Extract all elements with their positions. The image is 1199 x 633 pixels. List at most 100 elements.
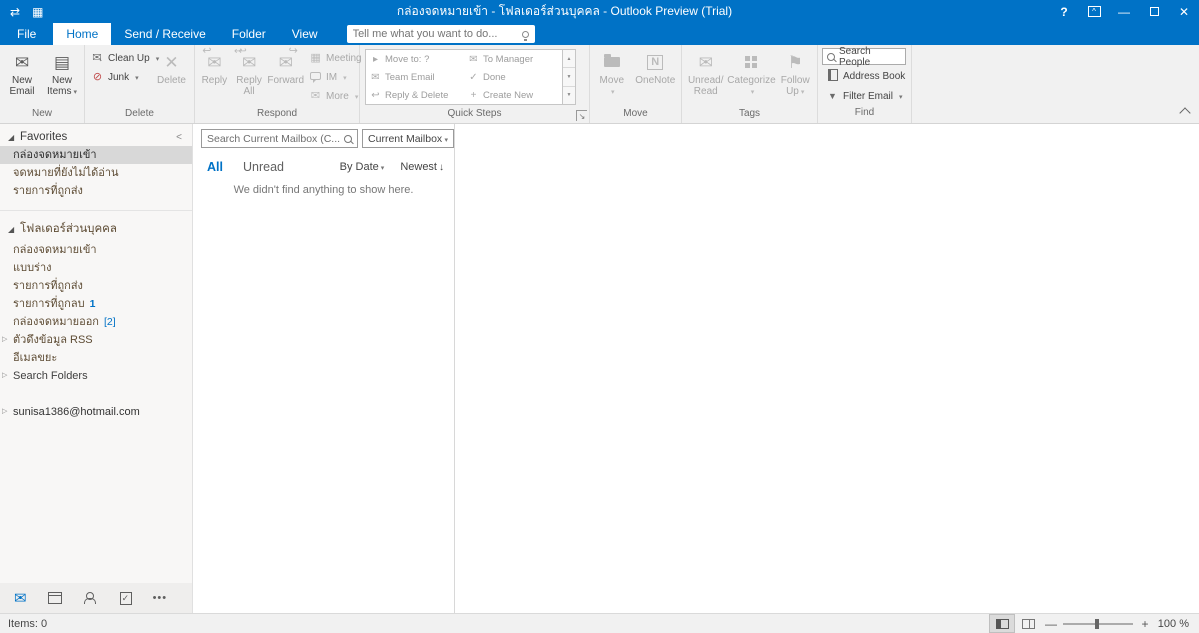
nav-tasks-icon[interactable] (119, 591, 132, 605)
filter-unread[interactable]: Unread (243, 160, 284, 174)
dropdown-arrow-icon (443, 133, 449, 145)
send-receive-icon[interactable] (10, 6, 20, 18)
reading-view-button[interactable] (1015, 614, 1041, 633)
sort-direction[interactable]: Newest (400, 161, 444, 173)
search-icon[interactable] (344, 134, 353, 143)
sort-arrow-icon (437, 161, 444, 173)
tab-file[interactable]: File (0, 23, 53, 45)
reply-button[interactable]: Reply (197, 46, 232, 107)
folder-junk-email[interactable]: อีเมลขยะ (0, 349, 192, 367)
maximize-button[interactable] (1139, 0, 1169, 23)
folder-pane: Favorites กล่องจดหมายเข้า จดหมายที่ยังไม… (0, 124, 193, 613)
minimize-button[interactable] (1109, 0, 1139, 23)
quick-step-create-new[interactable]: + Create New (464, 86, 562, 104)
collapse-ribbon-icon[interactable] (1179, 107, 1191, 119)
group-label-delete: Delete (125, 108, 154, 119)
quick-steps-scrollbar[interactable] (563, 49, 576, 105)
title-bar: กล่องจดหมายเข้า - โฟลเดอร์ส่วนบุคคล - Ou… (0, 0, 1199, 23)
folder-search-folders[interactable]: Search Folders (0, 367, 192, 385)
search-icon (827, 52, 835, 61)
folder-drafts[interactable]: แบบร่าง (0, 259, 192, 277)
zoom-slider[interactable] (1063, 618, 1133, 629)
search-input[interactable]: Search Current Mailbox (C... (201, 129, 359, 148)
expand-triangle-icon[interactable] (2, 403, 12, 421)
move-icon (603, 54, 620, 67)
quick-access-toolbar (0, 6, 80, 18)
folder-unread-mail-favorite[interactable]: จดหมายที่ยังไม่ได้อ่าน (0, 164, 192, 182)
quick-step-move-to[interactable]: ▸ Move to: ? (366, 50, 464, 68)
unread-read-icon (699, 51, 713, 73)
expand-triangle-icon[interactable] (2, 367, 12, 385)
folder-deleted-items[interactable]: รายการที่ถูกลบ 1 (0, 295, 192, 313)
nav-people-icon[interactable] (83, 592, 99, 604)
junk-button[interactable]: Junk (87, 68, 151, 87)
favorites-header[interactable]: Favorites (0, 124, 192, 146)
move-button[interactable]: Move (592, 47, 632, 107)
quick-step-reply-delete[interactable]: ↩ Reply & Delete (366, 86, 464, 104)
gallery-expand-icon[interactable] (563, 87, 575, 104)
account-hotmail[interactable]: sunisa1386@hotmail.com (0, 403, 192, 421)
dropdown-arrow-icon (749, 86, 755, 98)
categorize-button[interactable]: Categorize (727, 47, 776, 107)
sort-by-date[interactable]: By Date (340, 161, 385, 173)
unread-read-button[interactable]: Unread/ Read (684, 47, 727, 107)
meeting-icon (309, 53, 322, 64)
reply-all-button[interactable]: Reply All (232, 46, 267, 107)
clean-up-button[interactable]: Clean Up (87, 49, 151, 68)
close-button[interactable] (1169, 0, 1199, 23)
expand-triangle-icon[interactable] (2, 331, 12, 349)
meeting-button[interactable]: Meeting (305, 49, 362, 68)
address-book-button[interactable]: Address Book (822, 67, 907, 86)
zoom-percent[interactable]: 100 % (1155, 618, 1199, 630)
quick-step-to-manager[interactable]: ✉ To Manager (464, 50, 562, 68)
dropdown-arrow-icon (133, 72, 139, 83)
zoom-slider-thumb[interactable] (1095, 618, 1099, 629)
minimize-folder-pane-icon[interactable] (176, 132, 186, 143)
new-email-button[interactable]: New Email (2, 47, 42, 107)
scroll-down-icon[interactable] (563, 68, 575, 87)
ribbon-group-quick-steps: ▸ Move to: ? ✉ To Manager ✉ Team Email ✓ Don… (360, 45, 590, 123)
quick-step-done[interactable]: ✓ Done (464, 68, 562, 86)
mailbox-scope-dropdown[interactable]: Current Mailbox (362, 129, 455, 148)
more-respond-button[interactable]: More (305, 87, 357, 106)
filter-all[interactable]: All (207, 160, 223, 174)
tab-folder[interactable]: Folder (219, 23, 279, 45)
nav-mail-icon[interactable] (14, 589, 27, 607)
ribbon-display-options-icon[interactable] (1079, 0, 1109, 23)
delete-button[interactable]: Delete (151, 47, 192, 107)
help-icon[interactable] (1049, 0, 1079, 23)
search-people-button[interactable]: Search People (822, 46, 906, 68)
collapse-triangle-icon[interactable] (8, 225, 20, 234)
collapse-triangle-icon[interactable] (8, 133, 20, 142)
im-button[interactable]: IM (305, 68, 357, 87)
dropdown-arrow-icon (799, 86, 805, 97)
folder-inbox[interactable]: กล่องจดหมายเข้า (0, 241, 192, 259)
tab-home[interactable]: Home (53, 23, 112, 45)
tellme-box[interactable]: Tell me what you want to do... (346, 25, 535, 43)
folder-rss-feeds[interactable]: ตัวดึงข้อมูล RSS (0, 331, 192, 349)
scroll-up-icon[interactable] (563, 50, 575, 69)
onenote-button[interactable]: OneNote (632, 47, 679, 107)
search-placeholder: Search Current Mailbox (C... (207, 132, 341, 145)
folder-sent-items[interactable]: รายการที่ถูกส่ง (0, 277, 192, 295)
folder-sent-items-favorite[interactable]: รายการที่ถูกส่ง (0, 182, 192, 200)
status-bar: Items: 0 — + 100 % (0, 613, 1199, 633)
folder-outbox[interactable]: กล่องจดหมายออก [2] (0, 313, 192, 331)
normal-view-button[interactable] (989, 614, 1015, 633)
forward-button[interactable]: Forward (266, 46, 305, 107)
personal-folders-header[interactable]: โฟลเดอร์ส่วนบุคคล (0, 217, 192, 241)
folder-inbox-favorite[interactable]: กล่องจดหมายเข้า (0, 146, 192, 164)
filter-email-button[interactable]: Filter Email (822, 87, 907, 106)
nav-calendar-icon[interactable] (47, 592, 62, 604)
zoom-out-button[interactable]: — (1041, 617, 1061, 631)
zoom-in-button[interactable]: + (1135, 617, 1155, 631)
quick-step-team-email[interactable]: ✉ Team Email (366, 68, 464, 86)
new-items-button[interactable]: New Items (42, 47, 82, 107)
nav-more-icon[interactable] (153, 592, 168, 604)
quick-steps-dialog-launcher-icon[interactable] (576, 110, 587, 121)
qat-grid-icon[interactable] (32, 6, 43, 18)
tab-send-receive[interactable]: Send / Receive (111, 23, 218, 45)
tab-view[interactable]: View (279, 23, 331, 45)
follow-up-button[interactable]: Follow Up (775, 47, 815, 107)
dropdown-arrow-icon (71, 86, 77, 97)
